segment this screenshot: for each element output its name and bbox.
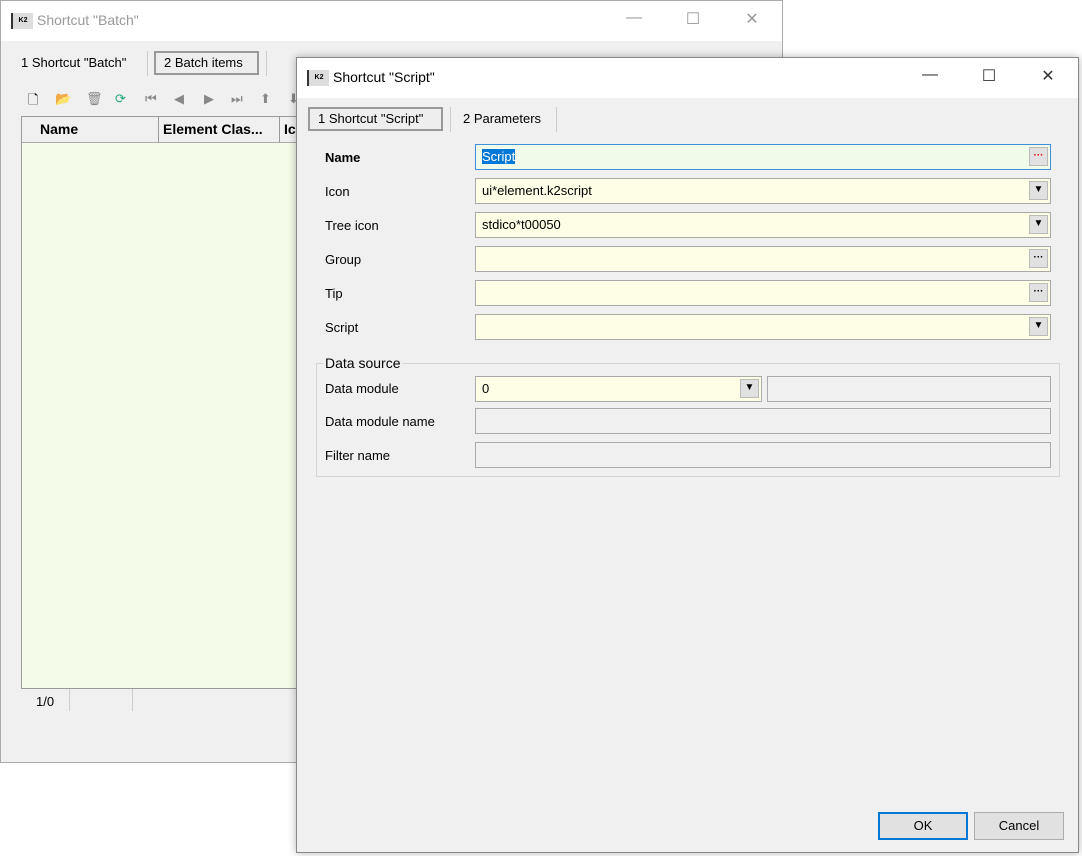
tab-shortcut-batch[interactable]: 1 Shortcut "Batch" <box>13 51 134 75</box>
minimize-button[interactable]: — <box>915 66 945 84</box>
tree-icon-select[interactable]: stdico*t00050 ▼ <box>475 212 1051 238</box>
tab-shortcut-script[interactable]: 1 Shortcut "Script" <box>308 107 443 131</box>
title-bar: K2 Shortcut "Batch" — ☐ ✕ <box>1 1 782 41</box>
column-icon[interactable]: Ic <box>284 121 296 137</box>
tree-icon-label: Tree icon <box>325 218 379 233</box>
filter-name-label: Filter name <box>325 448 391 463</box>
first-icon[interactable]: ⏮ <box>145 91 157 107</box>
data-module-label: Data module <box>325 381 399 396</box>
icon-label: Icon <box>325 184 350 199</box>
cancel-button[interactable]: Cancel <box>974 812 1064 840</box>
icon-select[interactable]: ui*element.k2script ▼ <box>475 178 1051 204</box>
prev-icon[interactable]: ◀ <box>174 91 184 107</box>
dropdown-arrow-icon[interactable]: ▼ <box>1029 317 1048 336</box>
record-counter: 1/0 <box>36 694 55 709</box>
open-icon[interactable]: 📂 <box>55 91 71 107</box>
minimize-button[interactable]: — <box>619 9 649 27</box>
data-module-select[interactable]: 0 ▼ <box>475 376 762 402</box>
ellipsis-button[interactable]: ··· <box>1029 147 1048 166</box>
group-input[interactable]: ··· <box>475 246 1051 272</box>
dropdown-arrow-icon[interactable]: ▼ <box>1029 181 1048 200</box>
tip-input[interactable]: ··· <box>475 280 1051 306</box>
app-logo-icon: K2 <box>307 70 329 86</box>
delete-icon[interactable]: 🗑 <box>86 91 103 107</box>
data-module-name-field <box>475 408 1051 434</box>
name-value: Script <box>482 149 516 164</box>
window-title: Shortcut "Batch" <box>37 12 139 28</box>
column-name[interactable]: Name <box>40 121 78 137</box>
next-icon[interactable]: ▶ <box>204 91 214 107</box>
maximize-button[interactable]: ☐ <box>678 9 708 29</box>
data-module-name-label: Data module name <box>325 414 435 429</box>
window-title: Shortcut "Script" <box>333 69 435 85</box>
data-source-title: Data source <box>323 355 403 371</box>
close-button[interactable]: ✕ <box>737 9 767 29</box>
dropdown-arrow-icon[interactable]: ▼ <box>1029 215 1048 234</box>
ellipsis-button[interactable]: ··· <box>1029 283 1048 302</box>
filter-name-field <box>475 442 1051 468</box>
script-select[interactable]: ▼ <box>475 314 1051 340</box>
app-logo-icon: K2 <box>11 13 33 29</box>
ok-button[interactable]: OK <box>878 812 968 840</box>
new-icon[interactable]: 🗋 <box>28 91 38 113</box>
close-button[interactable]: ✕ <box>1033 66 1063 86</box>
last-icon[interactable]: ⏭ <box>231 91 243 107</box>
tip-label: Tip <box>325 286 343 301</box>
maximize-button[interactable]: ☐ <box>974 66 1004 86</box>
up-icon[interactable]: ⬆ <box>260 91 271 107</box>
name-label: Name <box>325 150 361 165</box>
ellipsis-button[interactable]: ··· <box>1029 249 1048 268</box>
script-label: Script <box>325 320 359 335</box>
title-bar: K2 Shortcut "Script" — ☐ ✕ <box>297 58 1078 98</box>
tab-batch-items[interactable]: 2 Batch items <box>154 51 259 75</box>
column-element-class[interactable]: Element Clas... <box>163 121 263 137</box>
data-module-extra-field <box>767 376 1051 402</box>
refresh-icon[interactable]: ⟳ <box>115 91 126 107</box>
name-input[interactable]: Script ··· <box>475 144 1051 170</box>
dropdown-arrow-icon[interactable]: ▼ <box>740 379 759 398</box>
items-grid[interactable]: Name Element Clas... Ic <box>21 116 323 689</box>
script-dialog: K2 Shortcut "Script" — ☐ ✕ 1 Shortcut "S… <box>296 57 1079 853</box>
tab-parameters[interactable]: 2 Parameters <box>455 107 549 131</box>
group-label: Group <box>325 252 362 267</box>
